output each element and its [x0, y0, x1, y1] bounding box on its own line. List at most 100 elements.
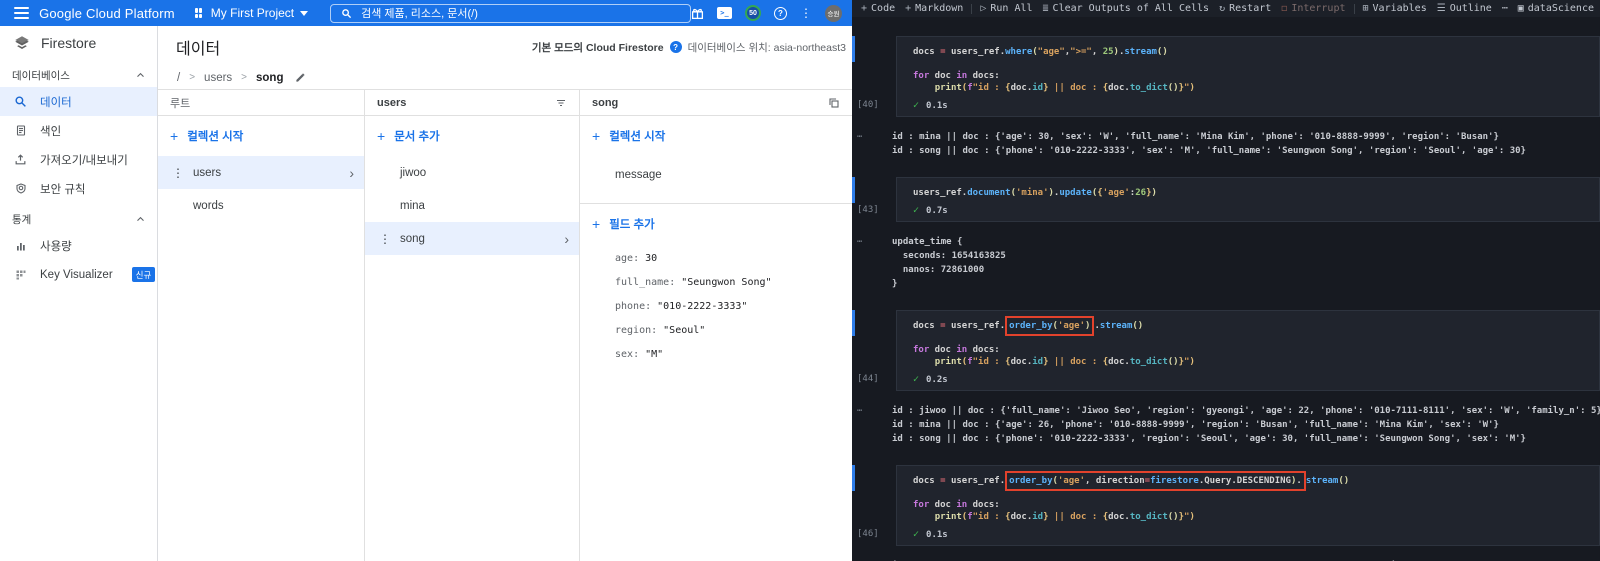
gift-icon[interactable]	[691, 7, 704, 20]
edit-pencil-icon[interactable]	[295, 72, 306, 83]
plus-icon: +	[170, 128, 179, 144]
column-song-title: song	[592, 96, 619, 109]
cell-exec-time: 0.7s	[926, 205, 948, 216]
interrupt-button[interactable]: ◻ Interrupt	[1276, 3, 1350, 14]
sidebar-section-database[interactable]: 데이터베이스	[0, 59, 157, 87]
breadcrumb-users[interactable]: users	[204, 72, 232, 84]
add-document-button[interactable]: + 문서 추가	[365, 116, 579, 156]
breadcrumb-root[interactable]: /	[177, 72, 180, 84]
field-age[interactable]: age:30	[615, 246, 852, 270]
code-line: for doc in docs:	[913, 71, 1000, 81]
kernel-selector[interactable]: ▣ dataScience	[1518, 3, 1596, 14]
sidebar-item-import-export[interactable]: 가져오기/내보내기	[0, 145, 157, 174]
sidebar-item-usage[interactable]: 사용량	[0, 231, 157, 260]
outline-button[interactable]: ☰ Outline	[1432, 3, 1497, 14]
run-all-button[interactable]: ▷ Run All	[975, 3, 1037, 14]
sidebar-item-data[interactable]: 데이터	[0, 87, 157, 116]
project-name: My First Project	[210, 6, 295, 20]
mode-help-icon[interactable]: ?	[669, 41, 682, 53]
plus-icon: +	[377, 128, 386, 144]
sidebar-section-stats[interactable]: 통계	[0, 203, 157, 231]
variables-button[interactable]: ⊞ Variables	[1358, 3, 1432, 14]
code-line: docs = users_ref.where("age",">=", 25).s…	[913, 47, 1168, 57]
cell-execution-count: [40]	[857, 100, 879, 110]
firestore-logo-icon	[15, 35, 29, 49]
search-input[interactable]: 검색 제품, 리소스, 문서(/)	[330, 3, 691, 23]
success-check-icon: ✓	[913, 205, 920, 216]
chevron-down-icon	[300, 10, 309, 16]
breadcrumb-separator: >	[241, 72, 248, 83]
gcp-topbar: Google Cloud Platform My First Project 검…	[0, 0, 852, 26]
gcp-brand[interactable]: Google Cloud Platform	[39, 6, 175, 21]
more-actions-button[interactable]: ⋯	[1497, 3, 1513, 14]
notebook-cell[interactable]: [44] docs = users_ref. order_by('age') .str…	[852, 310, 1600, 391]
start-collection-button[interactable]: + 컬렉션 시작	[158, 116, 364, 156]
document-row-mina[interactable]: mina	[365, 189, 579, 222]
collection-row-words[interactable]: words	[158, 189, 364, 222]
notebook-cell[interactable]: [43] users_ref.document('mina').update({'…	[852, 177, 1600, 222]
project-selector[interactable]: My First Project	[194, 6, 309, 20]
start-collection-button[interactable]: + 컬렉션 시작	[580, 116, 852, 156]
run-icon: ▷	[980, 3, 987, 14]
column-users-title: users	[377, 96, 407, 109]
menu-icon[interactable]	[14, 7, 30, 19]
add-field-button[interactable]: + 필드 추가	[580, 204, 852, 244]
document-row-song[interactable]: ⋮ song ›	[365, 222, 579, 255]
collection-row-users[interactable]: ⋮ users ›	[158, 156, 364, 189]
chevron-right-icon: ›	[564, 230, 569, 247]
data-search-icon	[13, 95, 28, 108]
field-phone[interactable]: phone: "010-2222-3333"	[615, 294, 852, 318]
stop-icon: ◻	[1281, 3, 1288, 14]
cell-execution-count: [43]	[857, 205, 879, 215]
clear-outputs-button[interactable]: ≣ Clear Outputs of All Cells	[1038, 3, 1215, 14]
kebab-icon[interactable]: ⋮	[172, 166, 184, 180]
success-check-icon: ✓	[913, 529, 920, 540]
notebook-cell[interactable]: [40] docs = users_ref.where("age",">=", 2…	[852, 36, 1600, 117]
sidebar-item-key-visualizer[interactable]: Key Visualizer 신규	[0, 260, 157, 289]
field-full-name[interactable]: full_name: "Seungwon Song"	[615, 270, 852, 294]
outline-icon: ☰	[1436, 3, 1446, 14]
avatar[interactable]: 승원	[825, 4, 842, 22]
cell-focus-bar	[852, 36, 855, 62]
chevron-up-icon	[137, 72, 144, 78]
document-row-jiwoo[interactable]: jiwoo	[365, 156, 579, 189]
add-code-cell-button[interactable]: + Code	[856, 3, 900, 14]
subcollection-row-message[interactable]: message	[580, 156, 852, 194]
breadcrumb-song[interactable]: song	[256, 72, 283, 84]
annotation-red-box: order_by('age', direction=firestore.Quer…	[1007, 473, 1304, 489]
grid-icon	[13, 269, 28, 281]
kebab-icon[interactable]: ⋮	[379, 232, 391, 246]
sidebar-item-security-rules[interactable]: 보안 규칙	[0, 174, 157, 203]
search-icon	[342, 8, 352, 18]
cell-editor[interactable]: docs = users_ref.where("age",">=", 25).s…	[896, 36, 1600, 117]
output-line: id : jiwoo || doc : {'full_name': 'Jiwoo…	[892, 406, 1600, 416]
column-song: song + 컬렉션 시작 message + 필드 추가 age: 30 f…	[580, 90, 852, 561]
cell-focus-bar	[852, 465, 855, 491]
cell-editor[interactable]: users_ref.document('mina').update({'age'…	[896, 177, 1600, 222]
cell-editor[interactable]: docs = users_ref. order_by('age', directi…	[896, 465, 1600, 546]
code-line: for doc in docs:	[913, 345, 1000, 355]
code-line: print(f"id : {doc.id} || doc : {doc.to_d…	[934, 83, 1195, 93]
filter-icon[interactable]	[555, 97, 567, 109]
cloud-shell-icon[interactable]: >_	[717, 7, 732, 19]
restart-button[interactable]: ↻ Restart	[1214, 3, 1276, 14]
cell-editor[interactable]: docs = users_ref. order_by('age') .stream(…	[896, 310, 1600, 391]
help-icon[interactable]: ?	[774, 6, 787, 20]
output-collapse-dots[interactable]: ⋯	[857, 406, 863, 416]
success-check-icon: ✓	[913, 374, 920, 385]
field-region[interactable]: region: "Seoul"	[615, 318, 852, 342]
more-options-icon[interactable]: ⋮	[800, 7, 812, 19]
output-collapse-dots[interactable]: ⋯	[857, 237, 863, 247]
firestore-sidebar: Firestore 데이터베이스 데이터 색인 가져오기/내보내기 보안 규칙 …	[0, 26, 158, 561]
field-sex[interactable]: sex: "M"	[615, 342, 852, 366]
output-collapse-dots[interactable]: ⋯	[857, 132, 863, 142]
notebook-cell[interactable]: [46] docs = users_ref. order_by('age', dir…	[852, 465, 1600, 546]
plus-icon: +	[905, 3, 912, 14]
code-line: docs = users_ref. order_by('age', directi…	[913, 475, 1593, 487]
copy-icon[interactable]	[828, 97, 840, 109]
sidebar-item-index[interactable]: 색인	[0, 116, 157, 145]
output-line: id : song || doc : {'phone': '010-2222-3…	[892, 146, 1526, 156]
plus-icon: +	[592, 128, 601, 144]
add-markdown-cell-button[interactable]: + Markdown	[900, 3, 968, 14]
notifications-badge[interactable]: 50	[745, 5, 761, 21]
